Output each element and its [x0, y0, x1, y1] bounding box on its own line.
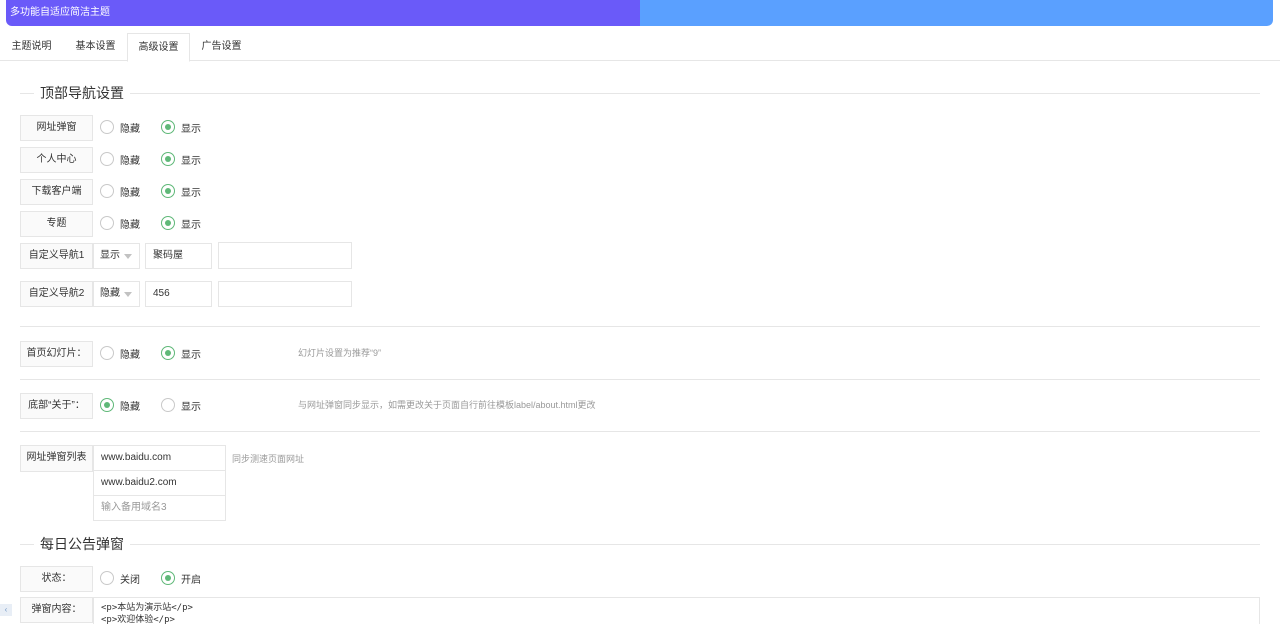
corner-icon[interactable]: ‹	[0, 604, 12, 616]
tab-theme-info[interactable]: 主题说明	[6, 33, 57, 61]
radio-icon	[100, 152, 114, 166]
radio-label: 开启	[181, 574, 201, 586]
divider	[20, 431, 1260, 432]
radio-checked-icon	[161, 216, 175, 230]
radio-label: 隐藏	[120, 401, 140, 413]
radio-label: 隐藏	[120, 187, 140, 199]
custom-nav-2-label: 自定义导航2	[20, 281, 93, 307]
radio-icon	[100, 120, 114, 134]
radio-topics-show[interactable]: 显示	[161, 215, 201, 231]
nav-label-user-center: 个人中心	[20, 147, 93, 173]
radio-label: 显示	[181, 155, 201, 167]
section-nav-title: 顶部导航设置	[34, 84, 130, 102]
nav-label-download-client: 下载客户端	[20, 179, 93, 205]
section-notice-title: 每日公告弹窗	[34, 535, 130, 553]
section-nav-legend: 顶部导航设置	[20, 84, 1260, 102]
tab-ad-settings[interactable]: 广告设置	[196, 33, 247, 61]
tab-basic-settings[interactable]: 基本设置	[70, 33, 121, 61]
radio-notice-on[interactable]: 开启	[161, 570, 201, 586]
custom-nav-1-url-input[interactable]	[218, 242, 352, 269]
custom-nav-1-name-input[interactable]: 聚码屋	[145, 243, 212, 269]
url-list-input-1[interactable]: www.baidu.com	[93, 445, 226, 471]
radio-label: 关闭	[120, 574, 140, 586]
select-value: 隐藏	[100, 288, 120, 299]
radio-url-popup-show[interactable]: 显示	[161, 119, 201, 135]
radio-download-show[interactable]: 显示	[161, 183, 201, 199]
radio-checked-icon	[100, 398, 114, 412]
radio-slider-hide[interactable]: 隐藏	[100, 345, 140, 361]
radio-label: 显示	[181, 187, 201, 199]
radio-checked-icon	[161, 152, 175, 166]
radio-user-center-show[interactable]: 显示	[161, 151, 201, 167]
chevron-down-icon	[124, 254, 132, 259]
chevron-down-icon	[124, 292, 132, 297]
custom-nav-2-name-input[interactable]: 456	[145, 281, 212, 307]
radio-label: 显示	[181, 219, 201, 231]
url-list-input-2[interactable]: www.baidu2.com	[93, 470, 226, 496]
radio-download-hide[interactable]: 隐藏	[100, 183, 140, 199]
notice-content-textarea[interactable]: <p>本站为演示站</p> <p>欢迎体验</p>	[93, 597, 1260, 624]
divider	[20, 326, 1260, 327]
radio-label: 隐藏	[120, 155, 140, 167]
about-label: 底部“关于”：	[20, 393, 93, 419]
nav-label-topics: 专题	[20, 211, 93, 237]
custom-nav-2-select[interactable]: 隐藏	[93, 281, 140, 307]
radio-label: 隐藏	[120, 219, 140, 231]
custom-nav-2-url-input[interactable]	[218, 281, 352, 307]
slider-hint: 幻灯片设置为推荐“9”	[298, 348, 381, 358]
radio-checked-icon	[161, 184, 175, 198]
notice-status-label: 状态：	[20, 566, 93, 592]
section-notice-legend: 每日公告弹窗	[20, 535, 1260, 553]
textarea-line: <p>本站为演示站</p>	[101, 603, 193, 613]
radio-label: 隐藏	[120, 123, 140, 135]
nav-label-url-popup: 网址弹窗	[20, 115, 93, 141]
radio-slider-show[interactable]: 显示	[161, 345, 201, 361]
radio-notice-off[interactable]: 关闭	[100, 570, 140, 586]
radio-checked-icon	[161, 571, 175, 585]
radio-url-popup-hide[interactable]: 隐藏	[100, 119, 140, 135]
radio-about-hide[interactable]: 隐藏	[100, 397, 140, 413]
notice-content-label: 弹窗内容：	[20, 597, 93, 623]
radio-label: 显示	[181, 401, 201, 413]
radio-label: 隐藏	[120, 349, 140, 361]
divider	[20, 379, 1260, 380]
select-value: 显示	[100, 250, 120, 261]
settings-tabs: 主题说明 基本设置 高级设置 广告设置	[0, 33, 1280, 62]
custom-nav-1-label: 自定义导航1	[20, 243, 93, 269]
url-list-hint: 同步测速页面网址	[232, 454, 305, 464]
tab-advanced-settings[interactable]: 高级设置	[127, 33, 190, 62]
radio-checked-icon	[161, 346, 175, 360]
radio-checked-icon	[161, 120, 175, 134]
radio-icon	[100, 184, 114, 198]
url-list-label: 网址弹窗列表	[20, 445, 93, 472]
radio-icon	[100, 346, 114, 360]
radio-about-show[interactable]: 显示	[161, 397, 201, 413]
radio-topics-hide[interactable]: 隐藏	[100, 215, 140, 231]
custom-nav-1-select[interactable]: 显示	[93, 243, 140, 269]
theme-title: 多功能自适应简洁主题	[10, 7, 110, 18]
radio-icon	[100, 216, 114, 230]
about-hint: 与网址弹窗同步显示，如需更改关于页面自行前往模板label/about.html…	[298, 400, 596, 410]
top-progress-bar: 多功能自适应简洁主题	[6, 0, 1273, 26]
progress-track	[639, 0, 1273, 26]
radio-icon	[100, 571, 114, 585]
slider-label: 首页幻灯片：	[20, 341, 93, 367]
radio-user-center-hide[interactable]: 隐藏	[100, 151, 140, 167]
textarea-line: <p>欢迎体验</p>	[101, 615, 175, 624]
radio-label: 显示	[181, 349, 201, 361]
progress-fill: 多功能自适应简洁主题	[6, 0, 640, 26]
radio-icon	[161, 398, 175, 412]
url-list-input-3[interactable]: 输入备用域名3	[93, 495, 226, 521]
radio-label: 显示	[181, 123, 201, 135]
